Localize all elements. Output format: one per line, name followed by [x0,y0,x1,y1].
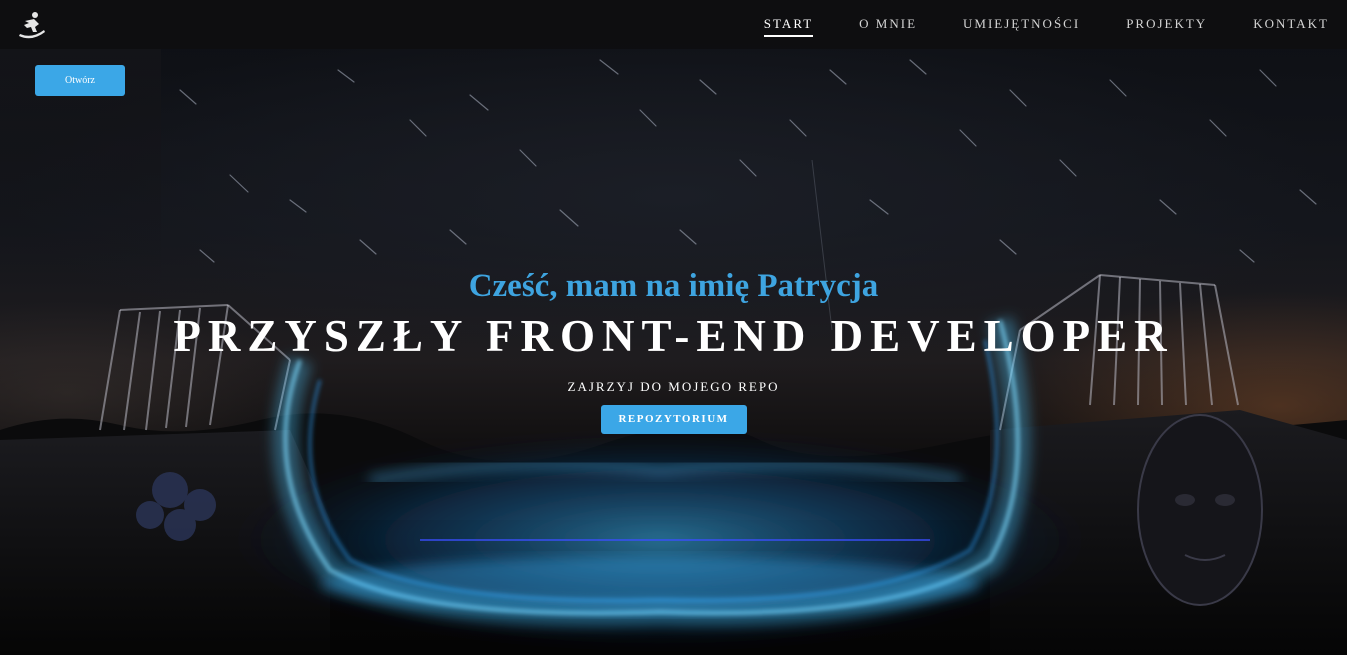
nav-item-kontakt[interactable]: KONTAKT [1253,16,1329,37]
nav-item-o-mnie[interactable]: O MNIE [859,16,917,37]
nav-item-projekty[interactable]: PROJEKTY [1126,16,1207,37]
hero-subline: ZAJRZYJ DO MOJEGO REPO [567,379,780,394]
hero-section: START O MNIE UMIEJĘTNOŚCI PROJEKTY KONTA… [0,0,1347,655]
top-navbar: START O MNIE UMIEJĘTNOŚCI PROJEKTY KONTA… [0,0,1347,49]
nav-links: START O MNIE UMIEJĘTNOŚCI PROJEKTY KONTA… [763,0,1329,49]
hero-text: Cześć, mam na imię Patrycja PRZYSZŁY FRO… [0,265,1347,434]
open-button[interactable]: Otwórz [35,65,125,96]
repository-button[interactable]: REPOZYTORIUM [600,405,747,434]
nav-item-umiejetnosci[interactable]: UMIEJĘTNOŚCI [963,16,1080,37]
hero-headline: PRZYSZŁY FRONT-END DEVELOPER [173,311,1174,361]
hero-greeting: Cześć, mam na imię Patrycja [468,268,879,304]
snowboarder-icon[interactable] [16,9,48,41]
nav-item-start[interactable]: START [763,16,814,37]
